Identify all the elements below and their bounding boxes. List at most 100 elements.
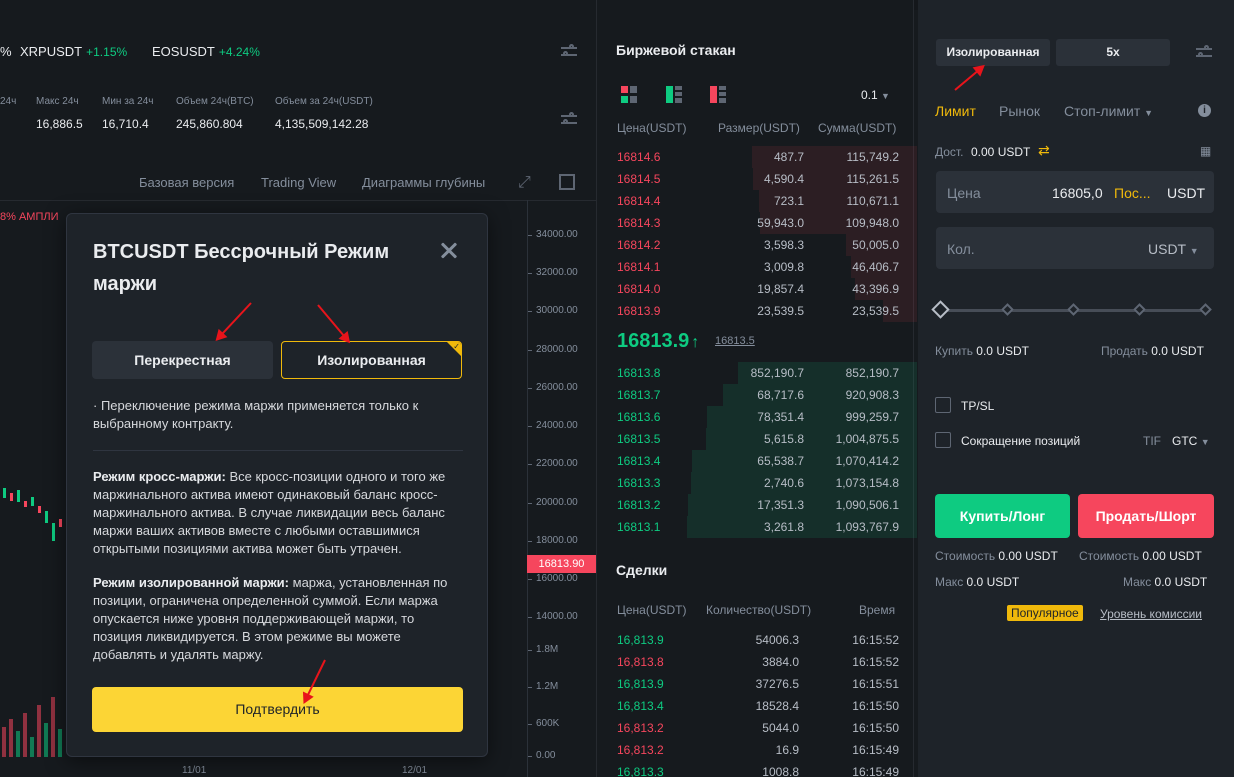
trade-time: 16:15:49: [852, 743, 899, 757]
y-tick: 600K: [527, 718, 560, 729]
calculator-icon[interactable]: ▦: [1200, 144, 1211, 158]
x-tick: 12/01: [402, 765, 428, 776]
reduce-only-checkbox[interactable]: [935, 432, 951, 448]
ask-price: 16814.6: [617, 150, 661, 164]
transfer-icon[interactable]: ⇄: [1038, 142, 1050, 159]
quantity-currency-select[interactable]: USDT ▼: [1148, 241, 1199, 257]
book-view-bids-icon[interactable]: [666, 86, 682, 103]
slider-step[interactable]: [1067, 303, 1080, 316]
tpsl-label: TP/SL: [961, 399, 995, 413]
tab-basic[interactable]: Базовая версия: [139, 175, 234, 190]
book-header-price: Цена(USDT): [617, 121, 687, 135]
volume-bar: [23, 713, 27, 757]
y-tick: 26000.00: [528, 382, 578, 393]
quantity-input-label: Кол.: [947, 241, 975, 257]
buy-cost: Стоимость 0.00 USDT: [935, 549, 1058, 563]
slider-step[interactable]: [1001, 303, 1014, 316]
current-price-tag: 16813.90: [527, 555, 596, 573]
leverage-button[interactable]: 5x: [1056, 39, 1170, 66]
bid-size: 68,717.6: [757, 388, 804, 402]
tif-select[interactable]: GTC ▼: [1172, 434, 1210, 448]
bid-size: 78,351.4: [757, 410, 804, 424]
tab-depth[interactable]: Диаграммы глубины: [362, 175, 485, 190]
quantity-input[interactable]: Кол. USDT ▼: [936, 227, 1214, 269]
candle: [52, 523, 55, 541]
bid-sum: 1,070,414.2: [835, 454, 899, 468]
bid-row[interactable]: 16813.5 5,615.8 1,004,875.5: [617, 428, 917, 450]
y-tick: 18000.00: [528, 535, 578, 546]
ticker-item[interactable]: EOSUSDT +4.24%: [152, 44, 260, 59]
fee-level-link[interactable]: Уровень комиссии: [1100, 607, 1202, 621]
fullscreen-icon[interactable]: ⤢: [518, 174, 536, 192]
ask-size: 59,943.0: [757, 216, 804, 230]
ask-size: 487.7: [773, 150, 804, 164]
candle: [24, 501, 27, 507]
last-price-row[interactable]: 16813.9 ↑ 16813.5: [617, 330, 899, 358]
bid-size: 65,538.7: [757, 454, 804, 468]
ask-row[interactable]: 16814.3 59,943.0 109,948.0: [617, 212, 917, 234]
book-view-asks-icon[interactable]: [710, 86, 726, 103]
ask-price: 16814.2: [617, 238, 661, 252]
tab-tradingview[interactable]: Trading View: [261, 175, 336, 190]
trade-row: 16,813.9 54006.3 16:15:52: [617, 629, 899, 651]
tpsl-checkbox[interactable]: [935, 397, 951, 413]
y-tick: 32000.00: [528, 267, 578, 278]
sell-short-button[interactable]: Продать/Шорт: [1078, 494, 1214, 538]
isolated-margin-label: Изолированная: [317, 352, 426, 368]
isolated-margin-button[interactable]: Изолированная ✓: [281, 341, 462, 379]
stat-item: 24ч: [0, 96, 17, 107]
ticker-item[interactable]: %: [0, 44, 12, 59]
tab-limit[interactable]: Лимит: [935, 103, 976, 119]
trade-time: 16:15:52: [852, 655, 899, 669]
trade-time: 16:15:49: [852, 765, 899, 777]
bid-row[interactable]: 16813.4 65,538.7 1,070,414.2: [617, 450, 917, 472]
mark-price[interactable]: 16813.5: [715, 335, 755, 347]
ask-row[interactable]: 16814.6 487.7 115,749.2: [617, 146, 917, 168]
slider-step[interactable]: [1133, 303, 1146, 316]
available-label: Дост.: [935, 145, 964, 159]
tab-market[interactable]: Рынок: [999, 103, 1040, 119]
margin-mode-button[interactable]: Изолированная: [936, 39, 1050, 66]
slider-step[interactable]: [1199, 303, 1212, 316]
ask-price: 16813.9: [617, 304, 661, 318]
close-icon[interactable]: [437, 238, 461, 262]
confirm-button[interactable]: Подтвердить: [92, 687, 463, 732]
ask-price: 16814.1: [617, 260, 661, 274]
switch-note: · Переключение режима маржи применяется …: [93, 398, 419, 431]
info-icon[interactable]: i: [1198, 104, 1211, 117]
trade-row: 16,813.2 5044.0 16:15:50: [617, 717, 899, 739]
trade-settings-icon[interactable]: [1195, 45, 1213, 61]
ask-row[interactable]: 16814.5 4,590.4 115,261.5: [617, 168, 917, 190]
y-tick: 20000.00: [528, 497, 578, 508]
cross-margin-button[interactable]: Перекрестная: [92, 341, 273, 379]
bid-row[interactable]: 16813.7 68,717.6 920,908.3: [617, 384, 917, 406]
buy-long-button[interactable]: Купить/Лонг: [935, 494, 1070, 538]
ask-row[interactable]: 16814.1 3,009.8 46,406.7: [617, 256, 917, 278]
ask-row[interactable]: 16813.9 23,539.5 23,539.5: [617, 300, 917, 322]
ask-row[interactable]: 16814.0 19,857.4 43,396.9: [617, 278, 917, 300]
ticker-item[interactable]: XRPUSDT +1.15%: [20, 44, 127, 59]
y-tick: 22000.00: [528, 458, 578, 469]
last-price-shortcut[interactable]: Пос...: [1114, 185, 1151, 201]
bid-row[interactable]: 16813.8 852,190.7 852,190.7: [617, 362, 917, 384]
bid-price: 16813.5: [617, 432, 661, 446]
ask-sum: 23,539.5: [852, 304, 899, 318]
tab-stop-limit[interactable]: Стоп-лимит ▼: [1064, 103, 1153, 119]
grid-layout-icon[interactable]: [559, 174, 575, 190]
stats-settings-icon[interactable]: [560, 112, 578, 128]
trade-price: 16,813.2: [617, 721, 664, 735]
bid-row[interactable]: 16813.6 78,351.4 999,259.7: [617, 406, 917, 428]
book-view-both-icon[interactable]: [621, 86, 637, 103]
bid-row[interactable]: 16813.3 2,740.6 1,073,154.8: [617, 472, 917, 494]
chart-nav: Базовая версия Trading View Диаграммы гл…: [0, 172, 596, 194]
ask-row[interactable]: 16814.4 723.1 110,671.1: [617, 190, 917, 212]
trades-header-price: Цена(USDT): [617, 603, 687, 617]
slider-handle[interactable]: [931, 300, 950, 319]
bid-row[interactable]: 16813.1 3,261.8 1,093,767.9: [617, 516, 917, 538]
ticker-settings-icon[interactable]: [560, 44, 578, 60]
volume-bar: [44, 723, 48, 757]
bid-row[interactable]: 16813.2 17,351.3 1,090,506.1: [617, 494, 917, 516]
precision-select[interactable]: 0.1 ▼: [861, 88, 890, 102]
price-input[interactable]: Цена 16805,0 Пос... USDT: [936, 171, 1214, 213]
ask-row[interactable]: 16814.2 3,598.3 50,005.0: [617, 234, 917, 256]
